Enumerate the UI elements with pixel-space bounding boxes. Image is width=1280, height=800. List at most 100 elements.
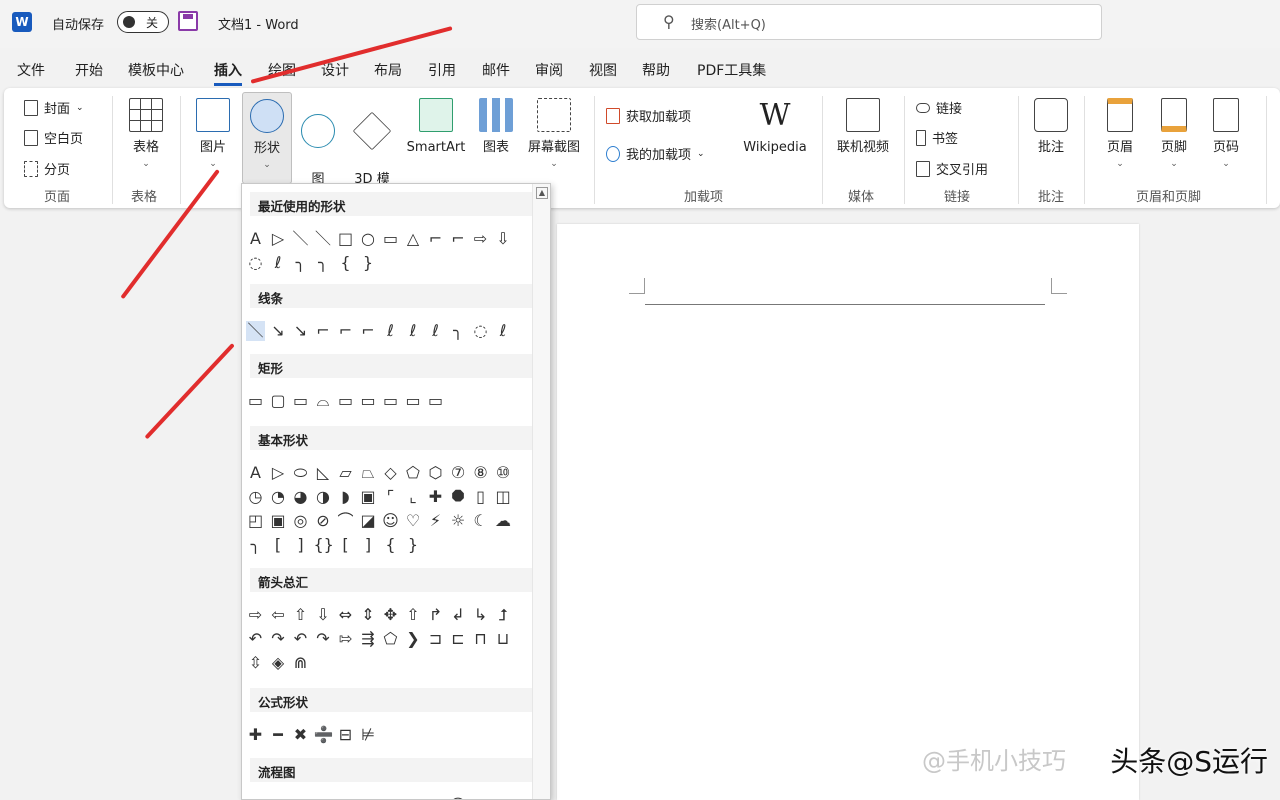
shape-item[interactable]: ◈ xyxy=(269,653,288,673)
shape-item[interactable]: ◷ xyxy=(246,487,265,507)
shape-item[interactable]: ⬭ xyxy=(426,795,445,799)
shape-item[interactable]: ℓ xyxy=(381,321,400,341)
shape-item[interactable]: ➗ xyxy=(314,725,334,745)
shape-item[interactable]: ▭ xyxy=(381,229,400,249)
shape-item[interactable]: ◔ xyxy=(269,487,288,507)
shape-item[interactable]: A xyxy=(246,463,265,483)
shape-item[interactable]: ↶ xyxy=(291,629,310,649)
shape-item[interactable]: ⋒ xyxy=(291,653,310,673)
shape-item[interactable]: ⇳ xyxy=(246,653,265,673)
tab-layout[interactable]: 布局 xyxy=(374,60,402,80)
screenshot-button[interactable]: 屏幕截图 ⌄ xyxy=(522,98,586,172)
shape-item[interactable]: ▭ xyxy=(381,391,400,411)
shape-item[interactable]: ⌐ xyxy=(314,321,333,341)
shape-item[interactable]: ⌜ xyxy=(381,487,400,507)
shape-item[interactable]: ⊐ xyxy=(426,629,445,649)
page-number-button[interactable]: 页码 ⌄ xyxy=(1204,98,1248,172)
shape-item[interactable]: [ xyxy=(336,535,355,555)
shape-item[interactable]: ◺ xyxy=(314,463,333,483)
shape-item[interactable]: ⇨ xyxy=(471,229,490,249)
shape-item[interactable]: ☼ xyxy=(449,511,468,531)
shape-item[interactable]: ▯ xyxy=(471,487,490,507)
shape-item[interactable]: {} xyxy=(314,535,334,555)
shape-item[interactable]: ◇ xyxy=(381,463,400,483)
pictures-button[interactable]: 图片 ⌄ xyxy=(190,98,236,172)
shape-item[interactable]: ╮ xyxy=(246,535,265,555)
shape-item[interactable]: ▷ xyxy=(269,229,288,249)
shape-item[interactable]: ⌐ xyxy=(359,321,378,341)
shape-item[interactable]: ↶ xyxy=(246,629,265,649)
shape-item[interactable]: ○ xyxy=(359,229,378,249)
shape-item[interactable]: ▭ xyxy=(404,795,423,799)
document-page[interactable] xyxy=(557,224,1139,800)
shape-item[interactable]: ⊔ xyxy=(494,629,513,649)
wikipedia-button[interactable]: W Wikipedia xyxy=(738,98,812,156)
shape-item[interactable]: ▣ xyxy=(269,511,288,531)
shape-item[interactable]: ⇕ xyxy=(359,605,378,625)
shape-item[interactable]: } xyxy=(404,535,423,555)
shape-item[interactable]: ⌞ xyxy=(404,487,423,507)
shape-item[interactable]: ⇶ xyxy=(359,629,378,649)
get-addins-button[interactable]: 获取加载项 xyxy=(606,106,691,125)
shape-item[interactable]: ◗ xyxy=(336,487,355,507)
shape-item[interactable]: ▣ xyxy=(359,487,378,507)
shape-item[interactable]: ⬠ xyxy=(381,629,400,649)
shape-item[interactable]: ⑦ xyxy=(449,463,468,483)
shape-item[interactable]: ↷ xyxy=(314,629,333,649)
shape-item[interactable]: ✚ xyxy=(246,725,265,745)
shape-item[interactable]: ⊭ xyxy=(359,725,378,745)
shape-item[interactable]: ⯃ xyxy=(449,487,468,507)
shape-item[interactable]: [ xyxy=(269,535,288,555)
shape-item[interactable]: { xyxy=(336,253,355,273)
shape-item[interactable]: ▭ xyxy=(359,795,378,799)
shape-item[interactable]: ╮ xyxy=(314,253,333,273)
shape-item[interactable]: ⊏ xyxy=(449,629,468,649)
shape-item[interactable]: ◫ xyxy=(494,487,513,507)
shapes-button[interactable]: 形状 ⌄ xyxy=(242,92,292,184)
shape-item[interactable]: ↘ xyxy=(269,321,288,341)
shape-item[interactable]: ⌓ xyxy=(314,391,333,411)
shape-item[interactable]: ◎ xyxy=(291,511,310,531)
tab-home[interactable]: 开始 xyxy=(75,60,103,80)
shape-item[interactable]: ＼ xyxy=(314,229,333,249)
shape-item[interactable]: ↲ xyxy=(449,605,468,625)
shape-item[interactable]: ⌐ xyxy=(449,229,468,249)
shape-item[interactable]: ♡ xyxy=(404,511,423,531)
shape-item[interactable]: ℓ xyxy=(494,321,513,341)
gallery-scrollbar[interactable]: ▲ xyxy=(532,184,550,799)
autosave-toggle[interactable]: 关 xyxy=(117,11,169,33)
shape-item[interactable]: △ xyxy=(404,229,423,249)
header-button[interactable]: 页眉 ⌄ xyxy=(1098,98,1142,172)
shape-item[interactable]: ✥ xyxy=(381,605,400,625)
shape-item[interactable]: □ xyxy=(246,795,265,799)
tab-references[interactable]: 引用 xyxy=(428,60,456,80)
comment-button[interactable]: 批注 xyxy=(1028,98,1074,156)
shape-item[interactable]: ━ xyxy=(269,725,288,745)
shape-item[interactable]: ⊘ xyxy=(314,511,333,531)
link-button[interactable]: 链接 xyxy=(916,98,962,117)
shape-item[interactable]: ] xyxy=(291,535,310,555)
shape-item[interactable]: ◇ xyxy=(291,795,310,799)
shape-item[interactable]: ☁ xyxy=(494,511,513,531)
shape-item[interactable]: ⌒ xyxy=(336,511,355,531)
shape-item[interactable]: ＼ xyxy=(246,321,265,341)
shape-item[interactable]: ⇨ xyxy=(246,605,265,625)
tab-mailings[interactable]: 邮件 xyxy=(482,60,510,80)
shape-item[interactable]: ◌ xyxy=(471,321,490,341)
shape-item[interactable]: ▢ xyxy=(269,391,288,411)
shape-item[interactable]: ▭ xyxy=(471,795,490,799)
shape-item[interactable]: ▭ xyxy=(291,391,310,411)
shape-item[interactable]: ▷ xyxy=(269,463,288,483)
shape-item[interactable]: ↘ xyxy=(291,321,310,341)
online-video-button[interactable]: 联机视频 xyxy=(832,98,894,156)
shape-item[interactable]: ⑩ xyxy=(494,463,513,483)
shape-item[interactable]: ⇦ xyxy=(269,605,288,625)
shape-item[interactable]: ] xyxy=(359,535,378,555)
smartart-button[interactable]: SmartArt xyxy=(402,98,470,156)
shape-item[interactable]: A xyxy=(246,229,265,249)
shape-item[interactable]: ⏢ xyxy=(359,463,378,483)
shape-item[interactable]: ⌐ xyxy=(336,321,355,341)
shape-item[interactable]: ◪ xyxy=(359,511,378,531)
shape-item[interactable]: ⚡ xyxy=(426,511,445,531)
shape-item[interactable]: ⇧ xyxy=(291,605,310,625)
